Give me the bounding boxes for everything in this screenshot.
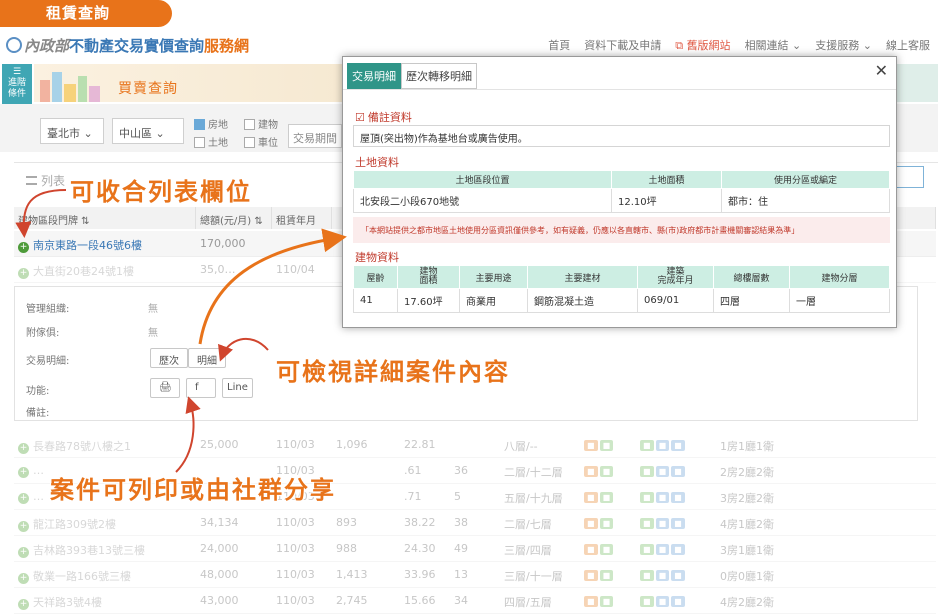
- annotation-collapse: 可收合列表欄位: [70, 178, 252, 206]
- annotation-view-detail: 可檢視詳細案件內容: [276, 358, 510, 386]
- annotation-print-share: 案件可列印或由社群分享: [50, 476, 336, 504]
- annotation-arrows: [15, 189, 347, 473]
